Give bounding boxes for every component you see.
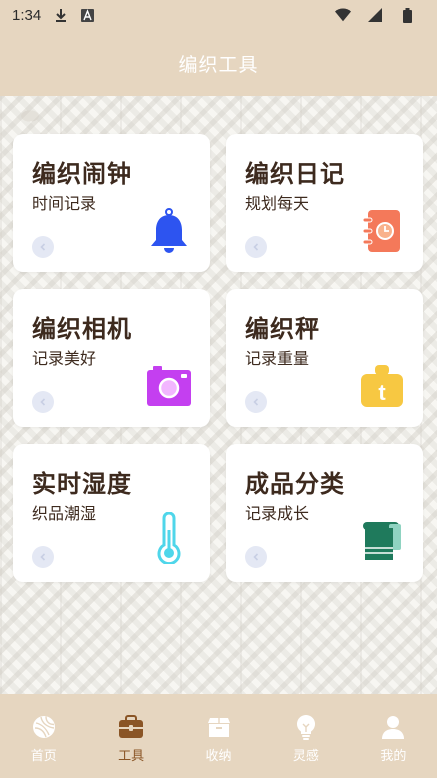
card-product-category[interactable]: 成品分类 记录成长 bbox=[226, 444, 423, 582]
card-subtitle: 记录成长 bbox=[245, 504, 310, 523]
chevron-left-icon bbox=[32, 546, 54, 568]
tab-storage[interactable]: 收纳 bbox=[175, 694, 262, 778]
svg-text:t: t bbox=[378, 380, 386, 405]
card-title: 编织闹钟 bbox=[32, 160, 132, 188]
card-title: 成品分类 bbox=[245, 470, 345, 498]
page-title: 编织工具 bbox=[178, 53, 259, 76]
chevron-left-icon bbox=[32, 391, 54, 413]
chevron-left-icon bbox=[245, 236, 267, 258]
yarn-ball-icon bbox=[31, 714, 57, 740]
battery-icon bbox=[399, 7, 415, 23]
card-title: 编织秤 bbox=[245, 315, 320, 343]
card-humidity[interactable]: 实时湿度 织品潮湿 bbox=[13, 444, 210, 582]
tab-tools[interactable]: 工具 bbox=[87, 694, 174, 778]
font-app-icon bbox=[79, 7, 95, 23]
storage-box-icon bbox=[206, 714, 232, 740]
tab-inspiration[interactable]: 灵感 bbox=[262, 694, 349, 778]
card-subtitle: 规划每天 bbox=[245, 194, 310, 213]
bell-icon bbox=[146, 208, 192, 254]
card-title: 编织日记 bbox=[245, 160, 345, 188]
tab-home[interactable]: 首页 bbox=[0, 694, 87, 778]
card-subtitle: 时间记录 bbox=[32, 194, 97, 213]
card-knit-scale[interactable]: 编织秤 记录重量 t bbox=[226, 289, 423, 427]
card-title: 实时湿度 bbox=[32, 470, 132, 498]
camera-icon bbox=[146, 363, 192, 409]
diary-icon bbox=[359, 208, 405, 254]
toolbox-icon bbox=[118, 714, 144, 740]
tab-profile[interactable]: 我的 bbox=[350, 694, 437, 778]
status-time: 1:34 bbox=[12, 6, 42, 24]
bottom-tab-bar: 首页 工具 收纳 灵感 我的 bbox=[0, 694, 437, 778]
chevron-left-icon bbox=[32, 236, 54, 258]
download-icon bbox=[53, 7, 69, 23]
user-icon bbox=[380, 714, 406, 740]
card-knit-alarm[interactable]: 编织闹钟 时间记录 bbox=[13, 134, 210, 272]
tab-label: 收纳 bbox=[205, 749, 232, 764]
cell-signal-icon bbox=[367, 7, 383, 23]
thermometer-icon bbox=[146, 511, 192, 566]
chevron-left-icon bbox=[245, 546, 267, 568]
status-bar: 1:34 bbox=[0, 0, 437, 30]
card-subtitle: 织品潮湿 bbox=[32, 504, 97, 523]
chevron-left-icon bbox=[245, 391, 267, 413]
tab-label: 首页 bbox=[30, 749, 57, 764]
tab-label: 灵感 bbox=[292, 749, 319, 764]
card-knit-diary[interactable]: 编织日记 规划每天 bbox=[226, 134, 423, 272]
card-knit-camera[interactable]: 编织相机 记录美好 bbox=[13, 289, 210, 427]
app-header: 编织工具 bbox=[0, 30, 437, 96]
card-subtitle: 记录美好 bbox=[32, 349, 97, 368]
card-subtitle: 记录重量 bbox=[245, 349, 310, 368]
lightbulb-icon bbox=[293, 714, 319, 740]
card-title: 编织相机 bbox=[32, 315, 132, 343]
tab-label: 工具 bbox=[118, 749, 145, 764]
wifi-icon bbox=[335, 7, 351, 23]
tab-label: 我的 bbox=[380, 749, 407, 764]
towel-icon bbox=[359, 518, 405, 564]
tools-grid: 编织闹钟 时间记录 编织日记 规划每天 编织相机 记录美好 编织秤 记录重量 t… bbox=[0, 96, 437, 694]
scale-icon: t bbox=[359, 363, 405, 409]
